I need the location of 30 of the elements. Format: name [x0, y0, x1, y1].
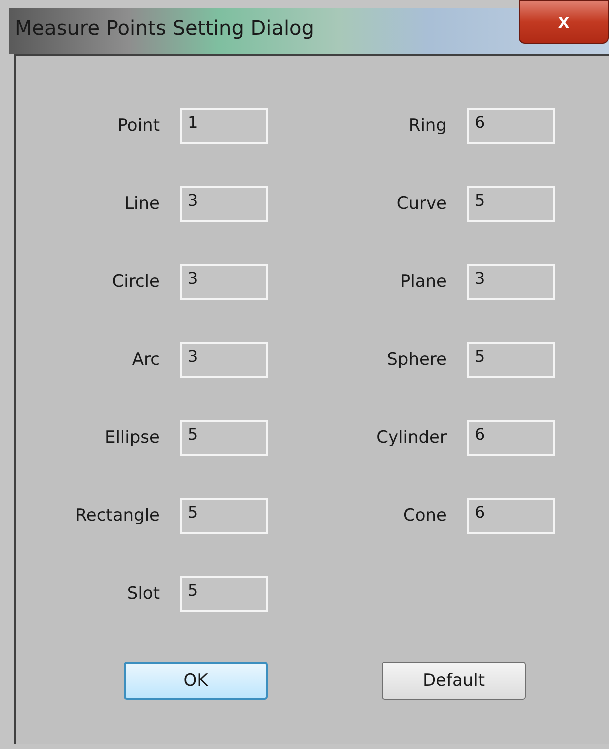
input-field[interactable]: 6	[467, 498, 555, 534]
field-label: Cylinder	[376, 428, 447, 448]
field-label: Slot	[127, 584, 160, 604]
field-label: Plane	[400, 272, 447, 292]
input-field[interactable]: 6	[467, 420, 555, 456]
default-button[interactable]: Default	[382, 662, 526, 700]
field-label: Line	[124, 194, 160, 214]
field-label: Circle	[112, 272, 160, 292]
input-field[interactable]: 3	[180, 264, 268, 300]
window-title: Measure Points Setting Dialog	[14, 16, 314, 40]
field-label: Curve	[396, 194, 447, 214]
input-field[interactable]: 5	[467, 186, 555, 222]
field-label: Sphere	[387, 350, 447, 370]
field-label: Rectangle	[75, 506, 160, 526]
field-label: Point	[118, 116, 160, 136]
field-label: Arc	[132, 350, 160, 370]
field-label: Ring	[408, 116, 447, 136]
input-field[interactable]: 5	[180, 576, 268, 612]
input-field[interactable]: 1	[180, 108, 268, 144]
ok-button[interactable]: OK	[124, 662, 268, 700]
input-field[interactable]: 3	[180, 186, 268, 222]
input-field[interactable]: 5	[180, 420, 268, 456]
input-field[interactable]: 3	[180, 342, 268, 378]
close-button[interactable]: x	[519, 0, 609, 44]
field-label: Ellipse	[104, 428, 160, 448]
input-field[interactable]: 3	[467, 264, 555, 300]
input-field[interactable]: 5	[467, 342, 555, 378]
field-label: Cone	[403, 506, 447, 526]
input-field[interactable]: 5	[180, 498, 268, 534]
input-field[interactable]: 6	[467, 108, 555, 144]
